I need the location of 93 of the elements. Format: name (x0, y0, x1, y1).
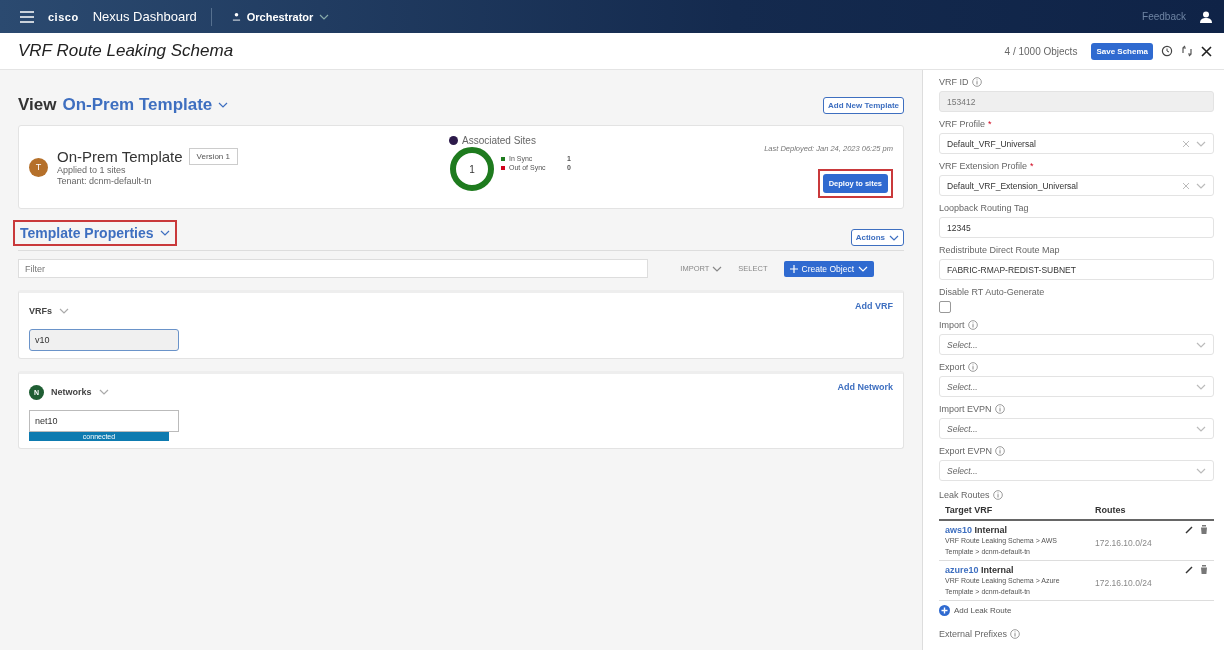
sites-icon (449, 136, 458, 145)
brand-logo: cisco (48, 10, 79, 23)
column-header: Target VRF (945, 505, 994, 515)
chevron-down-icon (1196, 467, 1206, 474)
select-field[interactable]: Select... (939, 418, 1214, 439)
select-field[interactable]: Select... (939, 334, 1214, 355)
field-label: Export (939, 362, 965, 372)
chevron-down-icon (858, 265, 868, 272)
sites-count: 1 (469, 163, 475, 175)
template-name: On-Prem Template (57, 147, 183, 165)
template-properties-dropdown[interactable]: Template Properties (18, 225, 172, 241)
field-label: Disable RT Auto-Generate (939, 287, 1045, 297)
object-count: 4 / 1000 Objects (1004, 45, 1078, 57)
info-icon (971, 77, 982, 87)
chevron-down-icon (1196, 140, 1206, 147)
app-switcher[interactable]: Orchestrator (225, 9, 336, 24)
field-label: Loopback Routing Tag (939, 203, 1029, 213)
object-tile[interactable]: v10 (29, 329, 179, 351)
readonly-field: 153412 (939, 91, 1214, 112)
feedback-link[interactable]: Feedback (1142, 11, 1186, 22)
target-vrf: azure10 Internal (945, 565, 1015, 575)
save-schema-button[interactable]: Save Schema (1091, 42, 1153, 60)
template-dropdown[interactable]: On-Prem Template (62, 95, 229, 115)
field-label: Import EVPN (939, 404, 992, 414)
chevron-down-icon (1196, 182, 1206, 189)
required-mark: * (988, 119, 992, 129)
product-name: Nexus Dashboard (92, 9, 197, 24)
object-tile[interactable]: net10 (29, 410, 179, 432)
chevron-down-icon (712, 265, 723, 272)
actions-button[interactable]: Actions (850, 229, 904, 246)
required-mark: * (1030, 161, 1034, 171)
info-icon (1010, 629, 1021, 639)
chevron-down-icon (59, 308, 69, 314)
history-icon[interactable] (1161, 45, 1173, 57)
sites-title: Associated Sites (462, 135, 536, 146)
add-leak-route-button[interactable]: Add Leak Route (939, 605, 1012, 616)
add-object-link[interactable]: Add VRF (855, 301, 893, 311)
select-field[interactable]: Select... (939, 376, 1214, 397)
select-field[interactable]: Default_VRF_Extension_Universal (939, 175, 1214, 196)
trash-icon[interactable] (1200, 565, 1208, 574)
add-object-link[interactable]: Add Network (837, 382, 893, 392)
view-label: View (18, 95, 57, 115)
field-label: Export EVPN (939, 446, 993, 456)
chevron-down-icon (319, 13, 330, 20)
version-tag: Version 1 (188, 147, 238, 165)
plus-icon (789, 264, 798, 273)
trash-icon[interactable] (1200, 525, 1208, 534)
chevron-down-icon (1196, 341, 1206, 348)
menu-icon[interactable] (20, 10, 34, 23)
chevron-down-icon (159, 230, 170, 236)
section-title: Networks (51, 387, 92, 397)
filter-field[interactable]: Filter (18, 259, 648, 278)
info-icon (967, 320, 978, 330)
field-label: Import (939, 320, 965, 330)
chevron-down-icon (218, 102, 229, 108)
field-label: VRF Profile (939, 119, 985, 129)
close-icon[interactable] (1201, 45, 1212, 57)
text-field[interactable]: 12345 (939, 217, 1214, 238)
refresh-icon[interactable] (1181, 45, 1193, 57)
user-icon (231, 12, 241, 21)
info-icon (994, 404, 1005, 414)
select-field[interactable]: Select... (939, 460, 1214, 481)
chevron-down-icon (1196, 383, 1206, 390)
section-title: VRFs (29, 306, 52, 316)
user-icon[interactable] (1200, 10, 1212, 23)
schema-title: VRF Route Leaking Schema (18, 41, 234, 61)
tenant-text: Tenant: dcnm-default-tn (57, 175, 153, 187)
template-avatar: T (29, 157, 48, 177)
field-label: Redistribute Direct Route Map (939, 245, 1060, 255)
sites-donut (449, 146, 495, 192)
select-field[interactable]: Default_VRF_Universal (939, 133, 1214, 154)
field-label: VRF ID (939, 77, 969, 87)
edit-icon[interactable] (1185, 525, 1194, 534)
text-field[interactable]: FABRIC-RMAP-REDIST-SUBNET (939, 259, 1214, 280)
route-text: 172.16.10.0/24 (1095, 578, 1153, 590)
edit-icon[interactable] (1185, 565, 1194, 574)
chevron-down-icon (889, 234, 899, 241)
add-template-button[interactable]: Add New Template (823, 96, 904, 114)
route-text: 172.16.10.0/24 (1095, 538, 1153, 550)
chevron-down-icon (98, 389, 109, 395)
column-header: Routes (1095, 505, 1126, 515)
checkbox[interactable] (939, 301, 951, 313)
chevron-down-icon (1196, 425, 1206, 432)
field-label: External Prefixes (939, 629, 1008, 639)
field-label: Leak Routes (939, 490, 990, 500)
info-icon (995, 446, 1006, 456)
info-icon (992, 490, 1003, 500)
info-icon (968, 362, 978, 372)
applied-sites-text: Applied to 1 sites (57, 164, 126, 176)
plus-icon (939, 605, 950, 616)
field-label: VRF Extension Profile (939, 161, 1028, 171)
create-object-button[interactable]: Create Object (783, 260, 874, 277)
target-vrf: aws10 Internal (945, 525, 1009, 535)
